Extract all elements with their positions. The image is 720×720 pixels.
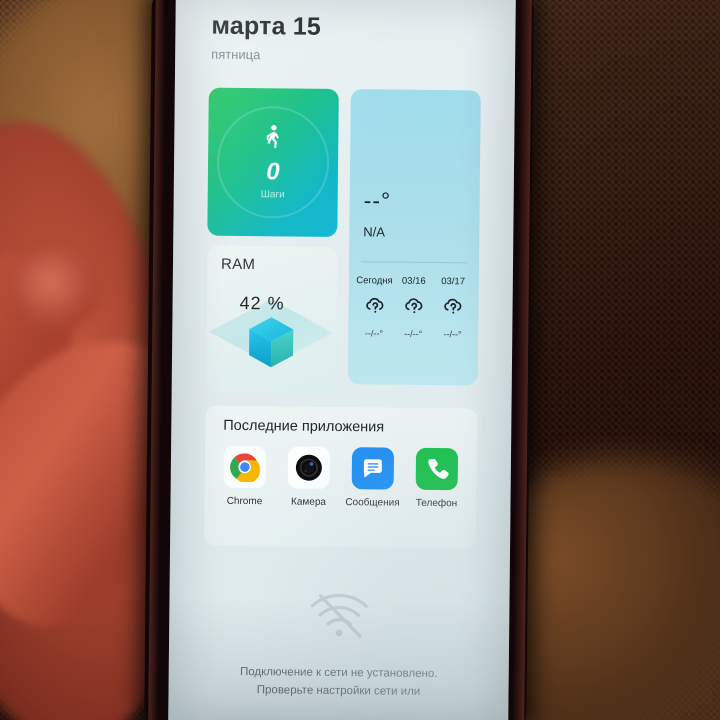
ram-widget[interactable]: RAM 42 % [205,245,338,394]
weather-widget[interactable]: --° N/A Сегодня --/--° 03/16 --/--° 03/1… [347,88,481,385]
forecast-temp: --/--° [364,327,384,338]
page-title: марта 15 [211,11,322,41]
weather-temperature: --° [363,186,392,214]
phone-screen: марта 15 пятница 0 Шаги RAM 42 % --° N/A… [168,0,516,720]
screen-header: марта 15 пятница [175,0,516,64]
forecast-day-label: 03/16 [401,275,426,287]
phone-device: марта 15 пятница 0 Шаги RAM 42 % --° N/A… [144,0,534,720]
app-label: Сообщения [345,496,400,509]
forecast-day-label: Сегодня [356,274,393,287]
cloud-question-icon [402,295,424,320]
bezel-highlight-left [148,0,166,720]
forecast-temp: --/--° [404,328,423,339]
messages-icon [351,446,395,490]
ram-visualization: 42 % [206,272,337,381]
forecast-item[interactable]: 03/16 --/--° [394,275,434,338]
cloud-question-icon [363,295,385,320]
offline-message: Подключение к сети не установлено. Прове… [193,663,483,702]
ram-title: RAM [220,255,256,273]
app-shortcut-messages[interactable]: Сообщения [343,446,402,509]
forecast-day-label: 03/17 [441,275,466,287]
weather-forecast-row: Сегодня --/--° 03/16 --/--° 03/17 --/--° [348,275,479,339]
app-shortcut-phone[interactable]: Телефон [407,447,466,509]
recent-apps-card: Последние приложения Chrome Камера Сообщ… [204,405,478,548]
thumb-tip [10,250,100,330]
ram-percent-value: 42 % [239,292,285,313]
widget-grid: 0 Шаги RAM 42 % --° N/A Сегодня --/--° 0… [205,87,481,395]
app-shortcut-camera[interactable]: Камера [279,445,338,508]
steps-count: 0 [266,157,280,185]
app-shortcut-chrome[interactable]: Chrome [215,445,274,507]
weekday-label: пятница [211,46,261,62]
app-label: Камера [290,496,327,508]
forecast-temp: --/--° [443,328,462,339]
walking-person-icon [263,124,283,155]
offline-notice: Подключение к сети не установлено. Прове… [168,588,509,702]
widget-column-right: --° N/A Сегодня --/--° 03/16 --/--° 03/1… [347,88,481,395]
app-label: Телефон [415,497,458,509]
recent-apps-title: Последние приложения [223,417,385,435]
cloud-question-icon [442,296,464,321]
app-label: Chrome [226,495,263,507]
steps-label: Шаги [260,188,285,200]
phone-icon [415,447,459,490]
widget-column-left: 0 Шаги RAM 42 % [205,87,339,394]
wifi-off-icon [306,590,373,646]
forecast-item[interactable]: 03/17 --/--° [433,275,473,339]
weather-condition: N/A [363,223,386,239]
ram-isometric-cube-icon [209,298,334,367]
steps-progress-ring: 0 Шаги [216,105,330,219]
steps-widget[interactable]: 0 Шаги [207,87,339,237]
camera-icon [287,445,331,489]
offline-message-line2: Проверьте настройки сети или [256,683,421,698]
photo-scene: марта 15 пятница 0 Шаги RAM 42 % --° N/A… [0,0,720,720]
weather-divider [361,260,468,263]
chrome-icon [223,445,267,488]
recent-apps-row: Chrome Камера Сообщения Телефон [204,445,477,509]
forecast-item[interactable]: Сегодня --/--° [354,275,394,338]
